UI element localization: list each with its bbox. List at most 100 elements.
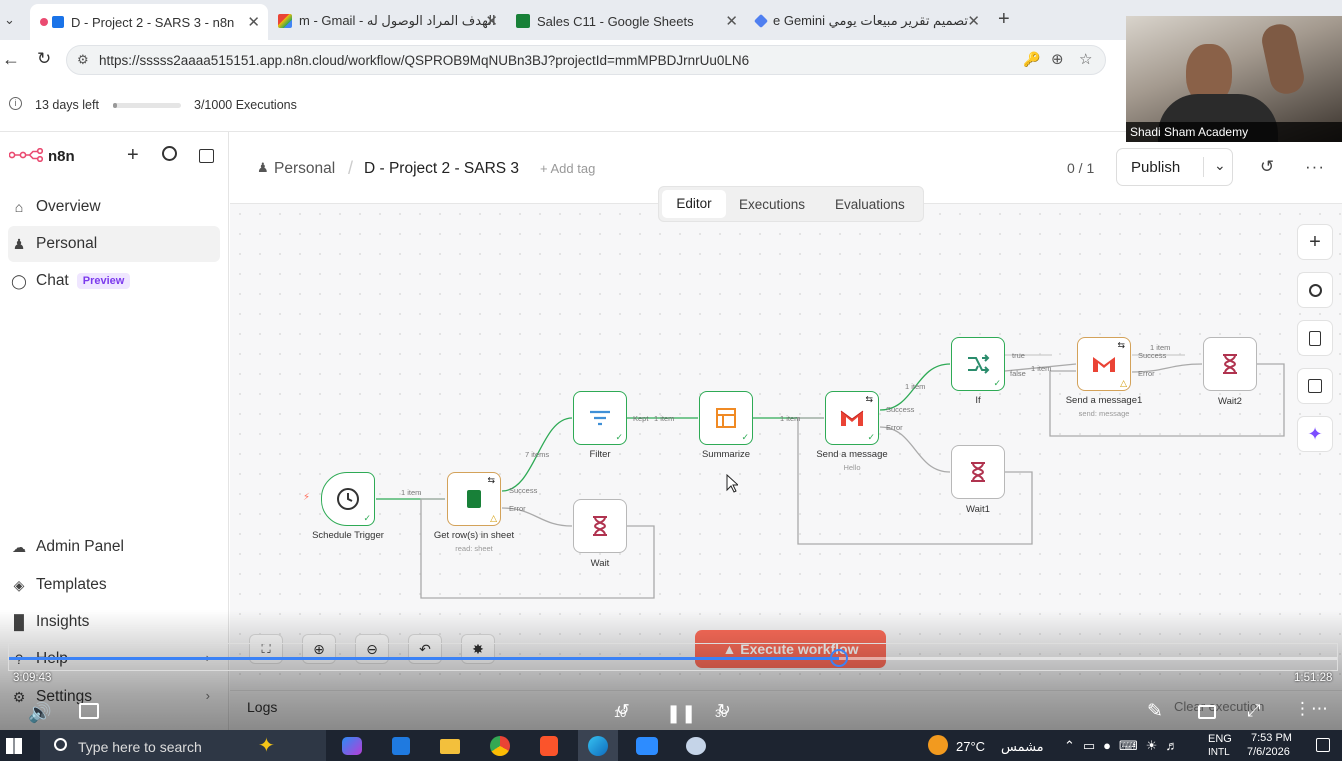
file-explorer-app-icon[interactable] bbox=[440, 739, 460, 754]
gmail-icon bbox=[1093, 357, 1115, 372]
node-get-rows-in-sheet[interactable]: ⇆ △ bbox=[447, 472, 501, 526]
edge-label: Success bbox=[509, 486, 538, 495]
pause-icon[interactable]: ❚❚ bbox=[666, 703, 696, 724]
language-indicator[interactable]: ENG bbox=[1208, 733, 1232, 745]
filter-icon bbox=[590, 410, 610, 426]
check-icon: ✓ bbox=[615, 432, 623, 442]
edge-label: Error bbox=[1138, 369, 1155, 378]
windows-start-icon[interactable] bbox=[6, 738, 22, 754]
edge-label: 7 items bbox=[525, 450, 550, 459]
node-label: If bbox=[975, 395, 981, 406]
node-filter[interactable]: ✓ bbox=[573, 391, 627, 445]
video-seek-progress bbox=[9, 657, 839, 660]
node-label: Send a message1 bbox=[1065, 395, 1143, 406]
check-icon: ✓ bbox=[363, 513, 371, 523]
node-sublabel: read: sheet bbox=[455, 544, 493, 553]
node-sublabel: Hello bbox=[843, 463, 861, 472]
taskbar-search-placeholder: Type here to search bbox=[78, 739, 202, 755]
edge-icon bbox=[588, 736, 608, 756]
temperature: 27°C bbox=[956, 739, 986, 754]
skip-forward-seconds: 30 bbox=[715, 708, 728, 720]
weather-condition: مشمس bbox=[1001, 739, 1044, 754]
node-label: Send a message bbox=[816, 449, 888, 460]
webcam-overlay: Shadi Sham Academy bbox=[1126, 16, 1342, 142]
edge-label: 1 item bbox=[401, 488, 422, 497]
check-icon: ✓ bbox=[867, 432, 875, 442]
edge-label: Success bbox=[886, 405, 915, 414]
check-icon: ✓ bbox=[741, 432, 749, 442]
store-app-icon[interactable] bbox=[392, 737, 410, 755]
sheets-icon bbox=[467, 490, 481, 508]
node-summarize[interactable]: ✓ bbox=[699, 391, 753, 445]
logs-label: Logs bbox=[247, 699, 278, 715]
channel-name: Shadi Sham Academy bbox=[1130, 125, 1249, 139]
fullscreen-exit-icon[interactable]: ⤢ bbox=[1247, 701, 1261, 721]
pencil-icon[interactable]: ✎ bbox=[1147, 700, 1163, 723]
mouse-cursor-icon bbox=[726, 474, 738, 493]
skip-forward-button[interactable]: ↻ 30 bbox=[711, 700, 737, 726]
node-wait[interactable] bbox=[573, 499, 627, 553]
arrows-icon: ⇆ bbox=[1117, 340, 1125, 350]
branch-icon bbox=[968, 354, 990, 374]
clock-icon bbox=[337, 488, 359, 510]
gmail-icon bbox=[840, 410, 864, 426]
node-label: Summarize bbox=[701, 449, 751, 460]
node-wait2[interactable] bbox=[1203, 337, 1257, 391]
edge-label: Error bbox=[509, 504, 526, 513]
taskbar-search-box[interactable]: Type here to search ✦ bbox=[40, 730, 326, 761]
skip-back-seconds: 10 bbox=[614, 708, 627, 720]
chrome-app-icon[interactable] bbox=[490, 736, 510, 756]
sparkle-icon: ✦ bbox=[258, 735, 275, 757]
check-icon: ✓ bbox=[993, 378, 1001, 388]
paint-app-icon[interactable] bbox=[686, 737, 706, 755]
node-schedule-trigger[interactable]: ✓ bbox=[321, 472, 375, 526]
arrows-icon: ⇆ bbox=[487, 475, 495, 485]
node-send-a-message[interactable]: ⇆ ✓ bbox=[825, 391, 879, 445]
lightning-icon: ⚡ bbox=[303, 492, 311, 503]
more-icon[interactable]: ⋮⋯ bbox=[1294, 699, 1328, 719]
weather-icon bbox=[928, 735, 948, 755]
volume-icon[interactable]: 🔊 bbox=[28, 701, 52, 725]
edge-label: Success bbox=[1138, 351, 1167, 360]
node-label: Wait2 bbox=[1218, 396, 1242, 407]
node-sublabel: send: message bbox=[1078, 409, 1130, 418]
brave-app-icon[interactable] bbox=[540, 736, 558, 756]
video-seek-handle[interactable] bbox=[830, 649, 848, 667]
logs-panel-bar[interactable]: Logs Clear execution bbox=[230, 690, 1342, 730]
skip-back-button[interactable]: ↺ 10 bbox=[610, 700, 636, 726]
video-total-time: 1:51:28 bbox=[1294, 672, 1333, 684]
hourglass-icon bbox=[1223, 354, 1237, 374]
warning-icon: △ bbox=[490, 513, 497, 523]
picture-in-picture-icon[interactable] bbox=[1198, 705, 1216, 719]
node-label: Wait1 bbox=[966, 504, 990, 515]
video-current-time: 3:09:43 bbox=[13, 672, 52, 684]
copilot-app-icon[interactable] bbox=[342, 737, 362, 755]
clock-time[interactable]: 7:53 PM bbox=[1251, 732, 1292, 744]
edge-label: false bbox=[1010, 369, 1026, 378]
warning-icon: △ bbox=[1120, 378, 1127, 388]
captions-icon[interactable] bbox=[79, 703, 99, 719]
hourglass-icon bbox=[593, 516, 607, 536]
node-wait1[interactable] bbox=[951, 445, 1005, 499]
node-label: Filter bbox=[589, 449, 611, 460]
node-if[interactable]: ✓ bbox=[951, 337, 1005, 391]
edge-label: 1 item bbox=[780, 414, 801, 423]
node-send-a-message1[interactable]: ⇆ △ bbox=[1077, 337, 1131, 391]
notifications-icon[interactable] bbox=[1316, 738, 1330, 752]
language-layout: INTL bbox=[1208, 747, 1230, 758]
search-icon bbox=[54, 738, 67, 751]
edge-label: Error bbox=[886, 423, 903, 432]
arrows-icon: ⇆ bbox=[865, 394, 873, 404]
system-tray-icons[interactable]: ⌃▭●⌨☀♬ bbox=[1064, 738, 1186, 754]
node-label: Wait bbox=[590, 558, 610, 569]
node-label: Schedule Trigger bbox=[312, 530, 384, 541]
edge-label: 1 item bbox=[654, 414, 675, 423]
zoom-app-icon[interactable] bbox=[636, 737, 658, 755]
edge-label: 1 item bbox=[905, 382, 926, 391]
webcam-label: Shadi Sham Academy bbox=[1126, 122, 1342, 142]
edge-label: true bbox=[1012, 351, 1025, 360]
video-seek-bar[interactable] bbox=[8, 643, 1338, 671]
node-label: Get row(s) in sheet bbox=[433, 530, 515, 541]
edge-label: 1 item bbox=[1031, 364, 1052, 373]
clock-date[interactable]: 7/6/2026 bbox=[1247, 746, 1290, 758]
